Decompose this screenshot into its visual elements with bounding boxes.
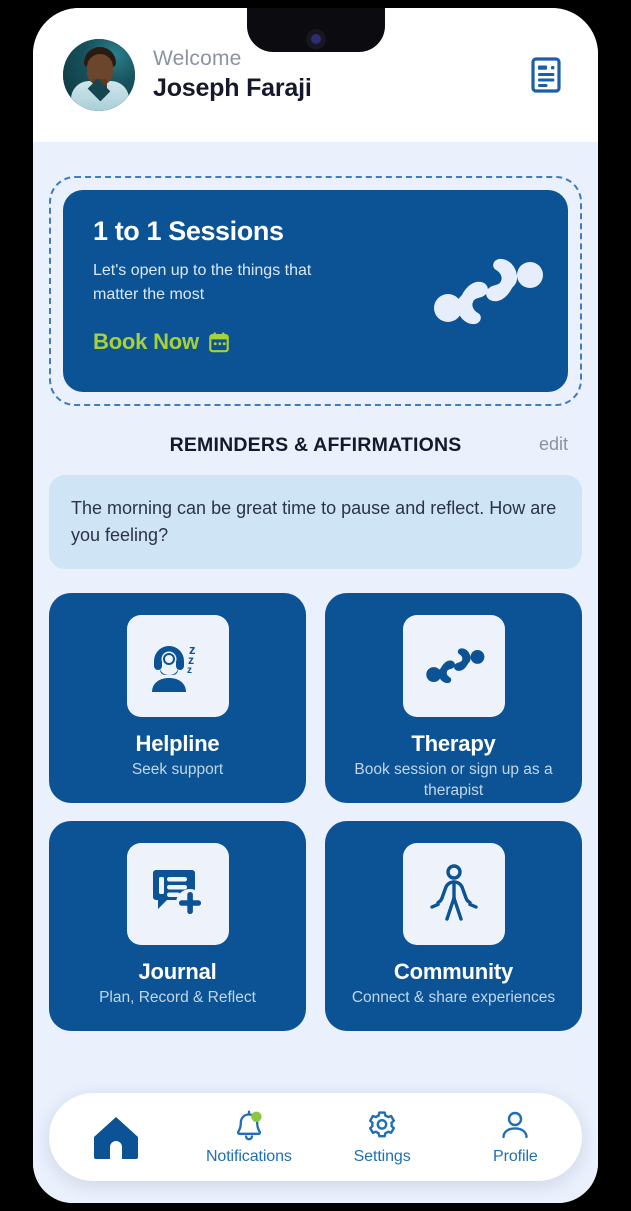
tile-helpline[interactable]: z z z Helpline Seek support	[49, 593, 306, 803]
nav-profile[interactable]: Profile	[449, 1093, 582, 1181]
user-name: Joseph Faraji	[153, 74, 312, 102]
svg-text:z: z	[187, 665, 192, 676]
therapy-figures-icon	[425, 648, 484, 684]
banner-dashed-wrapper: 1 to 1 Sessions Let's open up to the thi…	[49, 176, 582, 406]
tile-title: Therapy	[411, 731, 496, 756]
nav-home[interactable]	[49, 1093, 182, 1181]
nav-notifications[interactable]: Notifications	[182, 1093, 315, 1181]
tile-subtitle: Connect & share experiences	[351, 989, 556, 1006]
welcome-block: Welcome Joseph Faraji	[153, 46, 312, 105]
tile-title: Journal	[138, 959, 217, 984]
reminders-section-header: REMINDERS & AFFIRMATIONS edit	[63, 434, 568, 457]
person-open-arms-icon	[429, 864, 478, 921]
document-icon-button[interactable]	[524, 53, 568, 97]
tile-journal[interactable]: Journal Plan, Record & Reflect	[49, 821, 306, 1031]
tile-icon-box	[402, 843, 505, 945]
tile-title: Community	[393, 959, 514, 984]
nav-label: Settings	[353, 1147, 411, 1165]
tile-subtitle: Plan, Record & Reflect	[99, 989, 256, 1006]
banner-subtitle: Let's open up to the things that matter …	[93, 262, 312, 303]
home-icon	[91, 1114, 141, 1160]
note-add-icon	[152, 870, 204, 917]
calendar-icon	[209, 332, 229, 353]
phone-frame: Welcome Joseph Faraji 1 to 1 Sessions Le…	[0, 0, 631, 1211]
tile-icon-box	[402, 615, 505, 717]
tile-subtitle: Book session or sign up as a therapist	[354, 761, 553, 799]
tile-subtitle: Seek support	[131, 761, 224, 778]
nav-settings[interactable]: Settings	[316, 1093, 449, 1181]
tile-icon-box: z z z	[126, 615, 229, 717]
bottom-navigation-bar: Notifications Settings Profile	[49, 1093, 582, 1181]
section-title: REMINDERS & AFFIRMATIONS	[169, 434, 462, 456]
tile-icon-box	[126, 843, 229, 945]
main-content: 1 to 1 Sessions Let's open up to the thi…	[33, 142, 598, 1203]
tile-community[interactable]: Community Connect & share experiences	[325, 821, 582, 1031]
banner-title: 1 to 1 Sessions	[93, 216, 284, 246]
therapy-figures-icon	[426, 248, 546, 334]
phone-screen: Welcome Joseph Faraji 1 to 1 Sessions Le…	[33, 8, 598, 1203]
person-icon	[500, 1109, 530, 1143]
support-headset-sleep-icon: z z z	[151, 642, 196, 692]
edit-link[interactable]: edit	[539, 434, 568, 455]
nav-label: Notifications	[205, 1147, 292, 1165]
affirmation-card[interactable]: The morning can be great time to pause a…	[49, 475, 582, 569]
phone-notch	[246, 8, 385, 52]
document-icon	[531, 57, 561, 93]
avatar[interactable]	[63, 39, 135, 111]
tile-therapy[interactable]: Therapy Book session or sign up as a the…	[325, 593, 582, 803]
notification-badge	[251, 1111, 262, 1122]
feature-tiles-grid: z z z Helpline Seek support Therapy Book…	[49, 593, 582, 1031]
book-now-label: Book Now	[93, 329, 199, 354]
nav-label: Profile	[493, 1147, 538, 1165]
front-camera-icon	[305, 29, 326, 49]
gear-icon	[366, 1109, 398, 1143]
bell-icon	[234, 1109, 264, 1143]
book-now-button[interactable]: Book Now	[93, 329, 230, 355]
sessions-banner-card[interactable]: 1 to 1 Sessions Let's open up to the thi…	[63, 190, 568, 392]
tile-title: Helpline	[135, 731, 220, 756]
